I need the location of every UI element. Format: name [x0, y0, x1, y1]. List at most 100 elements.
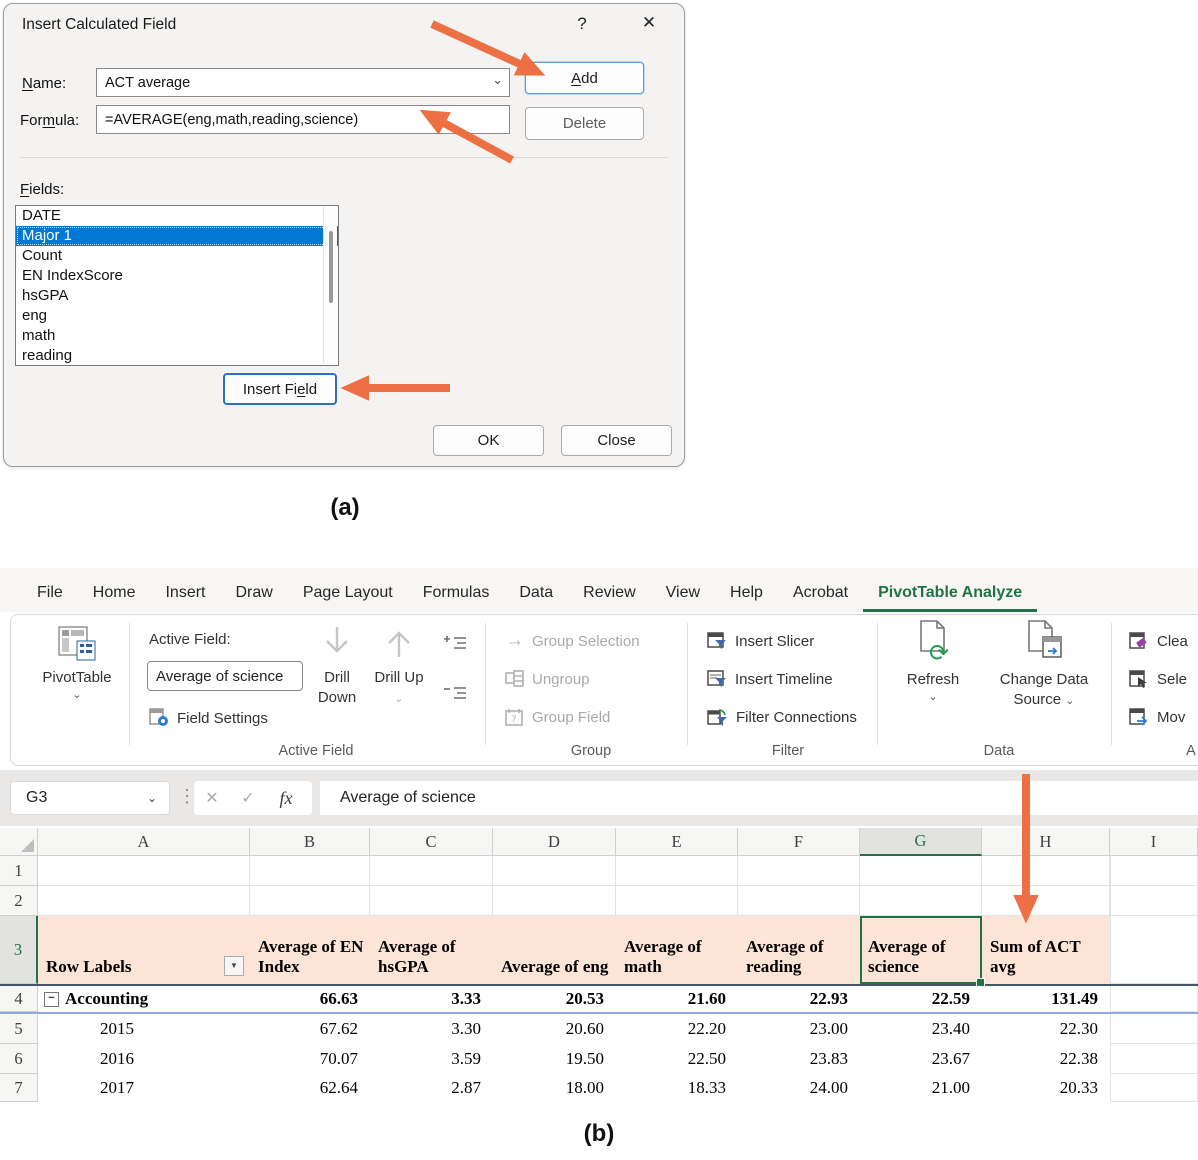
select-all-corner[interactable] [0, 828, 38, 856]
column-header-I[interactable]: I [1110, 828, 1198, 856]
cell-B5[interactable]: 67.62 [250, 1014, 370, 1044]
field-list-item[interactable]: reading [16, 346, 338, 366]
cell-I7[interactable] [1110, 1074, 1198, 1102]
cell-F1[interactable] [738, 856, 860, 886]
cell-F2[interactable] [738, 886, 860, 916]
cell-C7[interactable]: 2.87 [370, 1074, 493, 1102]
row-header-4[interactable]: 4 [0, 986, 38, 1012]
cell-F4[interactable]: 22.93 [738, 986, 860, 1012]
delete-button[interactable]: Delete [525, 107, 644, 140]
chevron-down-icon[interactable]: ⌄ [893, 690, 973, 703]
fill-handle[interactable] [976, 978, 985, 987]
cell-B3[interactable]: Average of EN Index [250, 916, 370, 984]
close-button[interactable]: Close [561, 425, 672, 456]
change-data-source-button[interactable]: Change Data Source ⌄ [983, 619, 1105, 710]
cell-E7[interactable]: 18.33 [616, 1074, 738, 1102]
tab-pivottable-analyze[interactable]: PivotTable Analyze [863, 584, 1037, 612]
cell-H2[interactable] [982, 886, 1110, 916]
field-list-item[interactable]: EN IndexScore [16, 266, 338, 286]
name-box[interactable]: G3 ⌄ [10, 781, 170, 815]
cell-I5[interactable] [1110, 1014, 1198, 1044]
cell-I3[interactable] [1110, 916, 1198, 984]
enter-check-icon[interactable]: ✓ [230, 788, 266, 808]
row-labels-filter-button[interactable]: ▼ [224, 956, 244, 976]
cell-C4[interactable]: 3.33 [370, 986, 493, 1012]
tab-view[interactable]: View [651, 584, 715, 612]
cell-D4[interactable]: 20.53 [493, 986, 616, 1012]
cell-G2[interactable] [860, 886, 982, 916]
scrollbar-thumb[interactable] [329, 231, 333, 303]
formula-input[interactable]: =AVERAGE(eng,math,reading,science) [96, 105, 510, 134]
collapse-button[interactable]: − [44, 992, 59, 1007]
cell-E2[interactable] [616, 886, 738, 916]
cell-F3[interactable]: Average of reading [738, 916, 860, 984]
cell-G1[interactable] [860, 856, 982, 886]
cell-D2[interactable] [493, 886, 616, 916]
close-icon[interactable]: ✕ [636, 13, 662, 33]
cell-G5[interactable]: 23.40 [860, 1014, 982, 1044]
cell-C5[interactable]: 3.30 [370, 1014, 493, 1044]
cell-D3[interactable]: Average of eng [493, 916, 616, 984]
cancel-icon[interactable]: ✕ [194, 788, 230, 808]
cell-E3[interactable]: Average of math [616, 916, 738, 984]
field-list-item[interactable]: DATE [16, 206, 338, 226]
cell-F7[interactable]: 24.00 [738, 1074, 860, 1102]
column-header-E[interactable]: E [616, 828, 738, 856]
cell-H3[interactable]: Sum of ACT avg [982, 916, 1110, 984]
cell-D6[interactable]: 19.50 [493, 1044, 616, 1074]
tab-review[interactable]: Review [568, 584, 650, 612]
row-header-1[interactable]: 1 [0, 856, 38, 886]
cell-A5[interactable]: 2015 [38, 1014, 250, 1044]
cell-E1[interactable] [616, 856, 738, 886]
cell-I1[interactable] [1110, 856, 1198, 886]
cell-A4[interactable]: −Accounting [38, 986, 250, 1012]
collapse-field-icon[interactable] [443, 685, 469, 701]
field-list-item[interactable]: hsGPA [16, 286, 338, 306]
fields-listbox[interactable]: DATEMajor 1CountEN IndexScorehsGPAengmat… [15, 205, 339, 366]
column-header-B[interactable]: B [250, 828, 370, 856]
cell-G6[interactable]: 23.67 [860, 1044, 982, 1074]
insert-timeline-button[interactable]: Insert Timeline [707, 665, 833, 693]
cell-H6[interactable]: 22.38 [982, 1044, 1110, 1074]
refresh-button[interactable]: ⟳ Refresh ⌄ [893, 619, 973, 703]
row-header-6[interactable]: 6 [0, 1044, 38, 1074]
expand-field-icon[interactable] [443, 635, 469, 651]
cell-B4[interactable]: 66.63 [250, 986, 370, 1012]
cell-G7[interactable]: 21.00 [860, 1074, 982, 1102]
cell-A1[interactable] [38, 856, 250, 886]
add-button[interactable]: Add [525, 62, 644, 94]
cell-C2[interactable] [370, 886, 493, 916]
row-header-7[interactable]: 7 [0, 1074, 38, 1102]
cell-D1[interactable] [493, 856, 616, 886]
row-header-5[interactable]: 5 [0, 1014, 38, 1044]
active-field-value-box[interactable]: Average of science [147, 661, 303, 691]
cell-G3[interactable]: Average of science [860, 916, 982, 984]
cell-C1[interactable] [370, 856, 493, 886]
column-header-D[interactable]: D [493, 828, 616, 856]
cell-G4[interactable]: 22.59 [860, 986, 982, 1012]
cell-I6[interactable] [1110, 1044, 1198, 1074]
tab-draw[interactable]: Draw [220, 584, 287, 612]
cell-E6[interactable]: 22.50 [616, 1044, 738, 1074]
group-field-button[interactable]: 7 Group Field [505, 703, 610, 731]
field-list-item[interactable]: Major 1 [16, 226, 338, 246]
field-settings-button[interactable]: Field Settings [149, 703, 268, 733]
cell-E4[interactable]: 21.60 [616, 986, 738, 1012]
cell-H5[interactable]: 22.30 [982, 1014, 1110, 1044]
chevron-down-icon[interactable]: ⌄ [147, 791, 157, 805]
column-header-F[interactable]: F [738, 828, 860, 856]
pivottable-button[interactable]: PivotTable ⌄ [29, 625, 125, 701]
cell-B1[interactable] [250, 856, 370, 886]
help-icon[interactable]: ? [570, 14, 594, 34]
column-header-H[interactable]: H [982, 828, 1110, 856]
row-header-2[interactable]: 2 [0, 886, 38, 916]
cell-D5[interactable]: 20.60 [493, 1014, 616, 1044]
group-selection-button[interactable]: → Group Selection [505, 627, 640, 655]
drill-up-button[interactable]: Drill Up ⌄ [373, 623, 425, 708]
row-header-3[interactable]: 3 [0, 916, 38, 984]
cell-H4[interactable]: 131.49 [982, 986, 1110, 1012]
move-pivottable-button[interactable]: Mov [1129, 703, 1185, 731]
chevron-down-icon[interactable]: ⌄ [29, 688, 125, 701]
cell-F6[interactable]: 23.83 [738, 1044, 860, 1074]
cell-I2[interactable] [1110, 886, 1198, 916]
